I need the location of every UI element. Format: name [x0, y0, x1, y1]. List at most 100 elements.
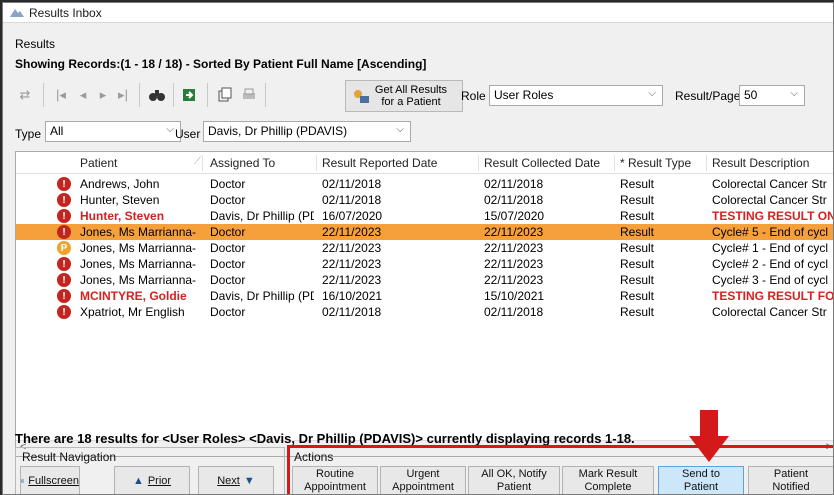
get-all-results-button[interactable]: Get All Results for a Patient — [345, 80, 463, 112]
results-inbox-window: Results Inbox Results Showing Records:(1… — [2, 2, 834, 495]
cell-desc: Cycle# 2 - End of cycl — [712, 257, 829, 271]
send-to-patient-button[interactable]: Send to Patient — [658, 466, 744, 494]
cell-type: Result — [620, 209, 655, 223]
column-divider — [316, 155, 317, 171]
column-header-description[interactable]: Result Description — [712, 156, 809, 170]
cell-patient: Xpatriot, Mr English — [80, 305, 185, 319]
cell-type: Result — [620, 241, 655, 255]
last-record-icon[interactable]: ▸| — [113, 85, 133, 105]
table-row[interactable]: ! Andrews, John Doctor 02/11/2018 02/11/2018… — [16, 176, 833, 192]
action-label-line1: All OK, Notify — [481, 468, 547, 480]
cell-type: Result — [620, 177, 655, 191]
cell-reported: 22/11/2023 — [322, 273, 382, 287]
cell-desc: Colorectal Cancer Str — [712, 193, 827, 207]
binoculars-icon[interactable] — [147, 85, 167, 105]
print-icon[interactable] — [239, 85, 259, 105]
table-row[interactable]: ! Jones, Ms Marrianna- Doctor 22/11/2023 22/… — [16, 224, 833, 240]
mark-result-complete-button[interactable]: Mark Result Complete — [562, 466, 654, 494]
user-select-value: Davis, Dr Phillip (PDAVIS) — [208, 124, 348, 138]
toolbar-divider — [139, 83, 140, 107]
cell-type: Result — [620, 305, 655, 319]
next-button[interactable]: Next ▼ — [198, 466, 274, 494]
cell-type: Result — [620, 289, 655, 303]
type-label: Type — [15, 127, 42, 141]
table-row[interactable]: ! Jones, Ms Marrianna- Doctor 22/11/2023 22/… — [16, 272, 833, 288]
cell-collected: 22/11/2023 — [484, 257, 544, 271]
user-label: User — [175, 127, 201, 141]
column-header-patient[interactable]: Patient — [80, 156, 117, 170]
type-select[interactable]: All ⌵ — [45, 121, 181, 142]
action-label-line2: Appointment — [304, 481, 366, 493]
prior-label: Prior — [147, 474, 172, 487]
role-select[interactable]: User Roles ⌵ — [489, 85, 663, 106]
action-label-line2: Patient — [683, 481, 719, 493]
cell-type: Result — [620, 273, 655, 287]
toolbar: ⇄ |◂ ◂ ▸ ▸| Get All Results for a Patien… — [13, 77, 833, 115]
role-label: Role — [461, 89, 486, 103]
cell-reported: 22/11/2023 — [322, 225, 382, 239]
cell-patient: MCINTYRE, Goldie — [80, 289, 187, 303]
urgent-status-icon: ! — [57, 289, 71, 303]
actions-title: Actions — [294, 450, 334, 464]
table-row[interactable]: P Jones, Ms Marrianna- Doctor 22/11/2023 22/… — [16, 240, 833, 256]
toolbar-divider — [173, 83, 174, 107]
prior-button[interactable]: ▲ Prior — [114, 466, 190, 494]
app-icon — [10, 8, 24, 17]
next-record-icon[interactable]: ▸ — [93, 85, 113, 105]
cell-desc: Colorectal Cancer Str — [712, 305, 827, 319]
column-header-reported[interactable]: Result Reported Date — [322, 156, 437, 170]
action-label-line2: Patient — [496, 481, 532, 493]
table-row[interactable]: ! Xpatriot, Mr English Doctor 02/11/2018 02/… — [16, 304, 833, 320]
urgent-status-icon: ! — [57, 257, 71, 271]
urgent-appointment-button[interactable]: Urgent Appointment — [380, 466, 466, 494]
cell-reported: 22/11/2023 — [322, 257, 382, 271]
action-label-line2: Notified — [772, 481, 810, 493]
column-header-type[interactable]: * Result Type — [620, 156, 691, 170]
table-row[interactable]: ! Hunter, Steven Doctor 02/11/2018 02/11/201… — [16, 192, 833, 208]
fullscreen-button[interactable]: Fullscreen — [20, 466, 80, 494]
column-header-assigned[interactable]: Assigned To — [210, 156, 275, 170]
all-ok-notify-patient-button[interactable]: All OK, Notify Patient — [468, 466, 560, 494]
sort-indicator-icon: ⟋ — [194, 156, 201, 167]
cell-reported: 02/11/2018 — [322, 305, 382, 319]
column-divider — [614, 155, 615, 171]
table-row[interactable]: ! Hunter, Steven Davis, Dr Phillip (PDA...… — [16, 208, 834, 224]
user-select[interactable]: Davis, Dr Phillip (PDAVIS) ⌵ — [203, 121, 411, 142]
cell-assigned: Doctor — [210, 257, 246, 271]
result-navigation-group: Result Navigation Fullscreen ▲ Prior Nex… — [15, 447, 285, 494]
cell-desc: TESTING RESULT ONI — [712, 209, 834, 223]
copy-icon[interactable] — [215, 85, 235, 105]
urgent-status-icon: ! — [57, 193, 71, 207]
result-page-label: Result/Page — [675, 89, 741, 103]
table-row[interactable]: ! Jones, Ms Marrianna- Doctor 22/11/2023 22/… — [16, 256, 833, 272]
column-header-collected[interactable]: Result Collected Date — [484, 156, 600, 170]
result-page-select[interactable]: 50 ⌵ — [739, 85, 805, 106]
column-divider — [706, 155, 707, 171]
routine-appointment-button[interactable]: Routine Appointment — [292, 466, 378, 494]
export-icon[interactable] — [179, 85, 199, 105]
chevron-down-icon: ⌵ — [166, 124, 174, 135]
cell-collected: 15/10/2021 — [484, 289, 545, 303]
cell-assigned: Doctor — [210, 273, 246, 287]
action-label-line1: Urgent — [406, 468, 440, 480]
urgent-status-icon: ! — [57, 209, 71, 223]
cell-reported: 02/11/2018 — [322, 193, 382, 207]
urgent-status-icon: ! — [57, 177, 71, 191]
type-select-value: All — [50, 124, 64, 138]
action-label-line1: Send to — [682, 468, 720, 480]
action-label-line1: Patient — [773, 468, 809, 480]
cell-collected: 02/11/2018 — [484, 193, 544, 207]
previous-record-icon[interactable]: ◂ — [73, 85, 93, 105]
patient-notified-button[interactable]: Patient Notified — [748, 466, 833, 494]
urgent-status-icon: ! — [57, 273, 71, 287]
cell-patient: Jones, Ms Marrianna- — [80, 257, 197, 271]
first-record-icon[interactable]: |◂ — [51, 85, 71, 105]
cell-assigned: Doctor — [210, 305, 246, 319]
table-row[interactable]: ! MCINTYRE, Goldie Davis, Dr Phillip (PDA.… — [16, 288, 833, 304]
cell-collected: 22/11/2023 — [484, 241, 544, 255]
window-title: Results Inbox — [29, 5, 102, 20]
cell-assigned: Doctor — [210, 241, 246, 255]
cell-reported: 16/07/2020 — [322, 209, 383, 223]
refresh-icon[interactable]: ⇄ — [15, 85, 35, 105]
cell-collected: 22/11/2023 — [484, 273, 544, 287]
